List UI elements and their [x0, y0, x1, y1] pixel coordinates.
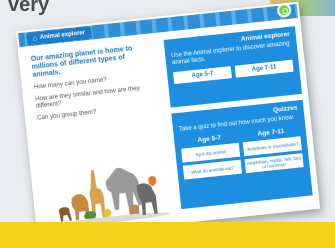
what-do-animals-eat-button[interactable]: What do animals eat? — [182, 159, 243, 180]
home-icon: ⌂ — [32, 34, 38, 43]
bottom-yellow-stripe — [0, 222, 335, 248]
intro-column: Our amazing planet is home to millions o… — [31, 44, 156, 127]
age-7-11-explorer-button[interactable]: Age 7-11 — [234, 59, 294, 78]
animal-class-quiz-button[interactable]: Amphibian, reptile, fish, bird or mammal… — [244, 153, 304, 174]
animal-explorer-screenshot: ⌂ Animal explorer Our amazing planet is … — [15, 1, 321, 239]
quizzes-panel: Quizzes Take a quiz to find out how much… — [171, 99, 313, 210]
quiz-column-age-5-7: Age 5-7 Spot the animal What do animals … — [180, 133, 243, 180]
animal-explorer-panel: Animal explorer Use the Animal explorer … — [163, 26, 303, 108]
quiz-column-age-7-11: Age 7-11 Vertebrate or invertebrate? Amp… — [242, 126, 304, 174]
page-heading-fragment: very — [8, 0, 50, 16]
animals-group-illustration — [58, 167, 170, 226]
age-5-7-explorer-button[interactable]: Age 5-7 — [173, 66, 232, 85]
tab-label: Animal explorer — [39, 30, 86, 41]
animal-explorer-card: ⌂ Animal explorer Our amazing planet is … — [15, 1, 321, 239]
quiz-grid: Age 5-7 Spot the animal What do animals … — [180, 126, 304, 180]
